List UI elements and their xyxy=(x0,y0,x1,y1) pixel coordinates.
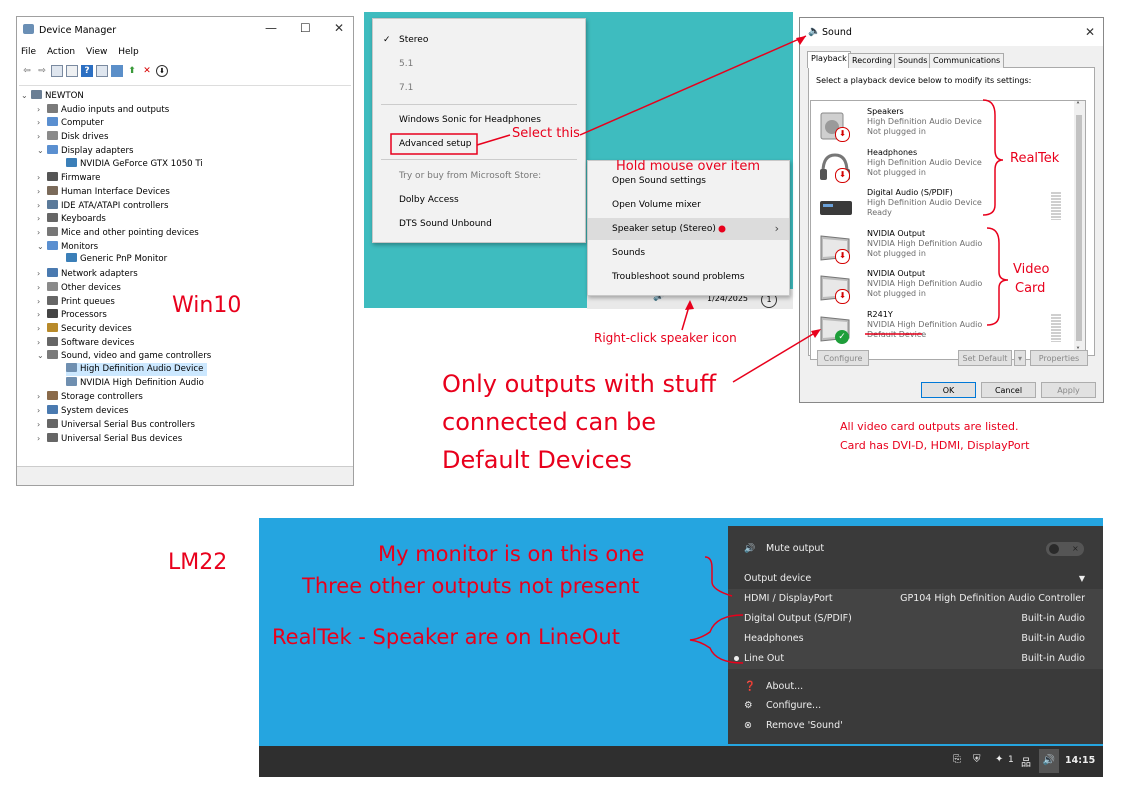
annotation-lm22: LM22 xyxy=(168,550,228,575)
video-card-brace xyxy=(986,227,1009,326)
arrow-to-sound-dialog xyxy=(579,35,807,136)
annotation-win10: Win10 xyxy=(172,293,242,318)
annotation-card: Card xyxy=(1015,281,1046,296)
arrow-line xyxy=(476,134,511,146)
annotation-hold-mouse: Hold mouse over item xyxy=(616,159,760,174)
annotation-monitor-2: Three other outputs not present xyxy=(302,574,640,598)
annotation-right-click: Right-click speaker icon xyxy=(594,331,737,345)
monitor-pointer xyxy=(704,556,733,597)
annotation-all-listed-1: All video card outputs are listed. xyxy=(840,420,1019,433)
annotation-only-outputs-2: connected can be xyxy=(442,408,657,436)
annotation-realtek-lineout: RealTek - Speaker are on LineOut xyxy=(272,625,620,649)
annotation-select-this: Select this xyxy=(512,126,580,141)
hover-dot xyxy=(718,225,726,233)
advanced-setup-highlight xyxy=(390,133,478,155)
annotation-monitor-1: My monitor is on this one xyxy=(378,542,645,566)
annotation-only-outputs-1: Only outputs with stuff xyxy=(442,370,717,398)
arrow-head xyxy=(685,300,694,310)
arrow-head xyxy=(811,329,821,338)
realtek-lm-brace xyxy=(689,614,744,664)
annotation-lines xyxy=(390,35,1009,664)
annotation-realtek: RealTek xyxy=(1010,151,1060,166)
annotation-video: Video xyxy=(1013,262,1050,277)
arrow-head xyxy=(796,36,806,45)
realtek-brace xyxy=(982,99,1004,216)
annotation-only-outputs-3: Default Devices xyxy=(442,446,632,474)
annotation-all-listed-2: Card has DVI-D, HDMI, DisplayPort xyxy=(840,439,1030,452)
arrow-default-device xyxy=(732,330,819,383)
